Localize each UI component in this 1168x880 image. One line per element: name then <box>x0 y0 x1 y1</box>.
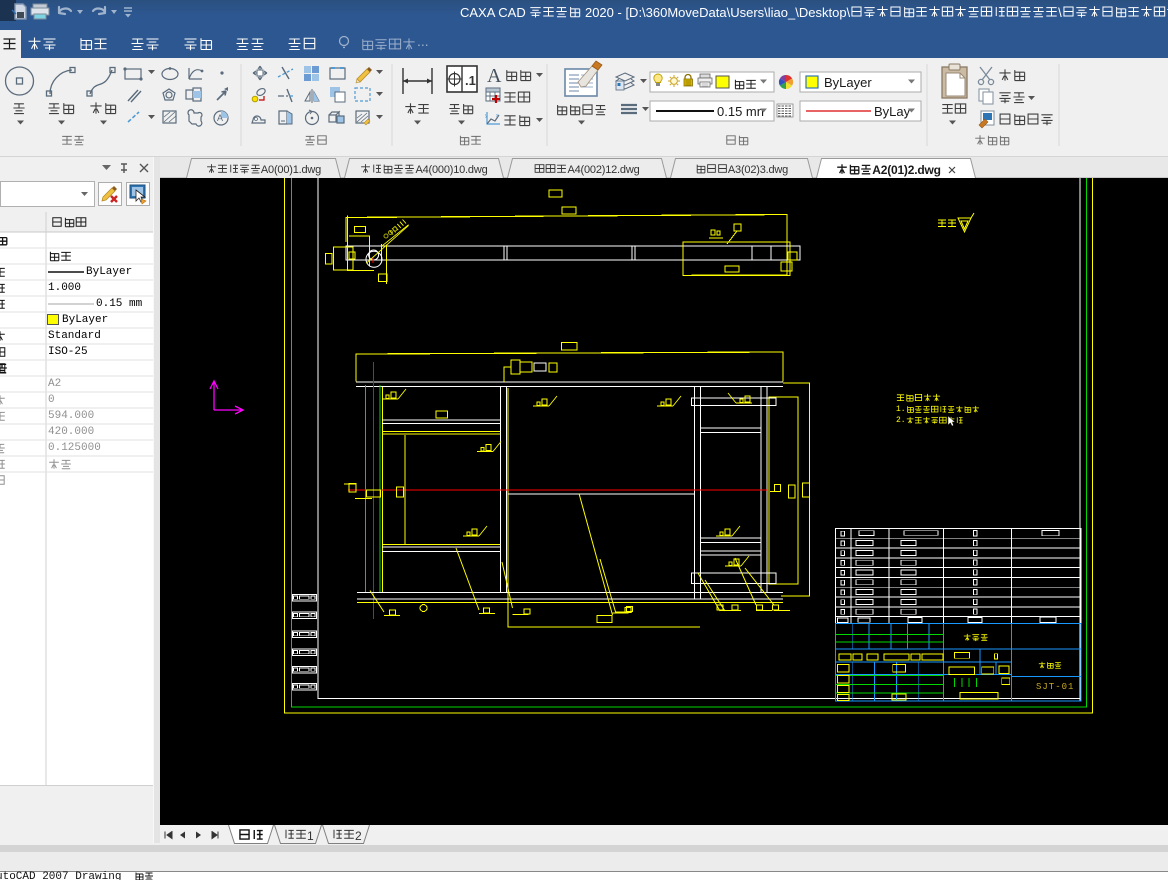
svg-text:ByLayer: ByLayer <box>824 75 872 90</box>
svg-text:ByLay: ByLay <box>874 104 911 119</box>
svg-text:A: A <box>217 113 223 123</box>
svg-text:0.15 mn: 0.15 mn <box>717 104 764 119</box>
svg-text:.1: .1 <box>465 73 476 88</box>
svg-text:A: A <box>487 65 502 87</box>
